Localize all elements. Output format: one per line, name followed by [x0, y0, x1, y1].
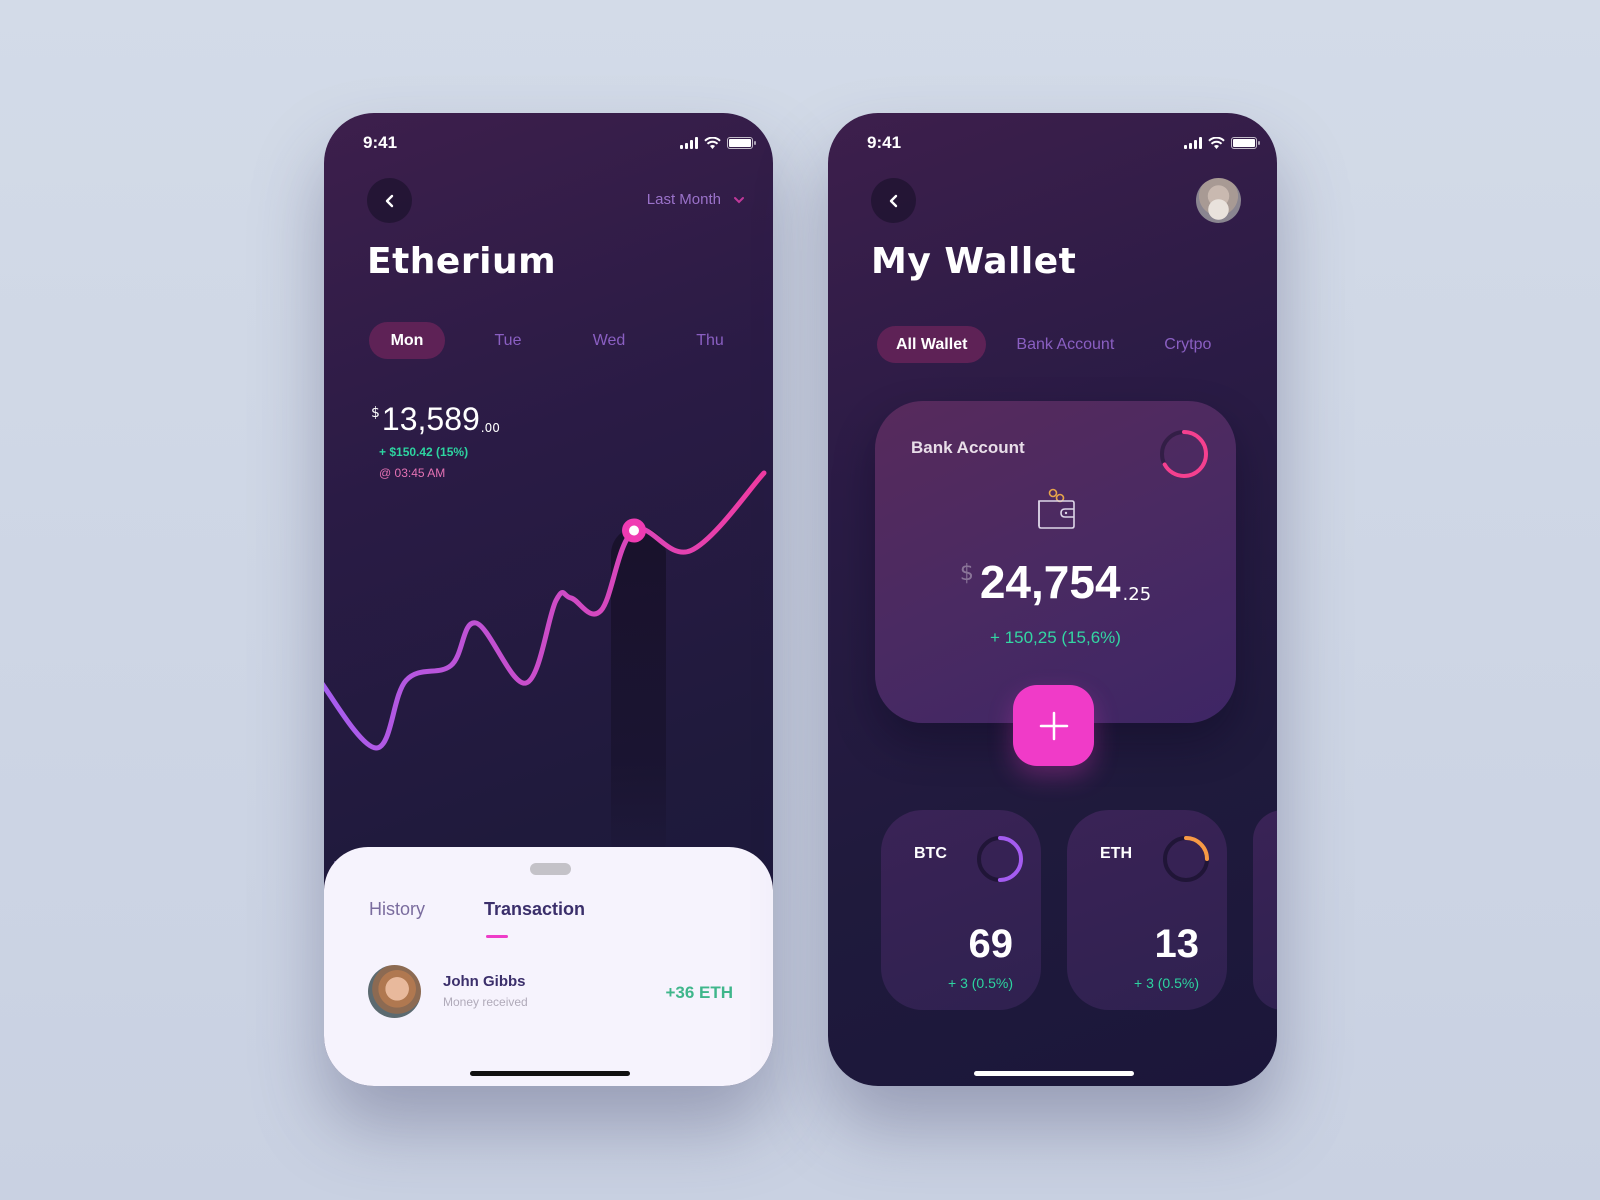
etherium-screen: 9:41 Last Month Etherium Mon Tue Wed Thu	[324, 113, 773, 1086]
transaction-subtitle: Money received	[443, 995, 528, 1009]
page-title: Etherium	[367, 241, 557, 282]
card-title: Bank Account	[911, 438, 1025, 457]
status-time: 9:41	[363, 133, 398, 152]
highlight-column	[611, 527, 666, 867]
progress-ring	[1160, 430, 1208, 478]
tab-history[interactable]: History	[369, 899, 425, 920]
signal-icon	[680, 137, 698, 149]
home-indicator[interactable]	[470, 1071, 630, 1076]
balance-currency: $	[959, 561, 974, 586]
balance-value: 24,754	[979, 556, 1121, 608]
chevron-left-icon	[385, 194, 393, 207]
period-dropdown-label: Last Month	[646, 191, 721, 208]
coin-value: 69	[968, 922, 1014, 966]
battery-icon	[727, 137, 756, 149]
transaction-item[interactable]: John Gibbs Money received +36 ETH	[368, 965, 733, 1020]
transaction-amount: +36 ETH	[665, 983, 733, 1002]
tab-crypto[interactable]: Crytpo	[1156, 326, 1219, 363]
status-bar: 9:41	[324, 129, 773, 159]
balance-decimal: .25	[1122, 584, 1152, 605]
battery-icon	[1231, 137, 1260, 149]
status-bar: 9:41	[828, 129, 1277, 159]
chevron-down-icon	[734, 196, 744, 203]
progress-ring	[1163, 836, 1209, 882]
coin-change: + 3 (0.5%)	[948, 975, 1013, 991]
signal-icon	[1184, 137, 1202, 149]
coin-card-partial[interactable]	[1253, 810, 1277, 1010]
status-icons	[1184, 137, 1260, 149]
avatar	[368, 965, 421, 1018]
tab-thu[interactable]: Thu	[672, 322, 748, 359]
period-dropdown[interactable]: Last Month	[647, 191, 745, 208]
tab-tue[interactable]: Tue	[470, 322, 546, 359]
wallet-screen: 9:41 My Wallet All Wallet Bank Account C…	[828, 113, 1277, 1086]
bottom-sheet: History Transaction John Gibbs Money rec…	[324, 847, 773, 1086]
back-button[interactable]	[871, 178, 916, 223]
price-value: 13,589	[381, 401, 480, 437]
coin-change: + 3 (0.5%)	[1134, 975, 1199, 991]
price-decimal: .00	[480, 421, 500, 435]
tab-mon[interactable]: Mon	[369, 322, 445, 359]
coin-card-eth[interactable]: ETH 13 + 3 (0.5%)	[1067, 810, 1227, 1010]
chart-line	[324, 470, 767, 751]
home-indicator[interactable]	[974, 1071, 1134, 1076]
day-tabs: Mon Tue Wed Thu	[369, 322, 773, 359]
bank-account-card[interactable]: Bank Account $ 24,754 .25 + 150,25 (15,6…	[875, 401, 1236, 723]
plus-icon	[1039, 711, 1068, 740]
wifi-icon	[1208, 137, 1225, 149]
price-block: $ 13,589 .00 + $150.42 (15%) @ 03:45 AM	[371, 403, 500, 480]
tab-transaction[interactable]: Transaction	[484, 899, 585, 920]
sheet-drag-handle[interactable]	[530, 863, 571, 875]
transaction-name: John Gibbs	[443, 973, 526, 990]
price-time: @ 03:45 AM	[379, 466, 446, 480]
tab-bank-account[interactable]: Bank Account	[1008, 326, 1122, 363]
wallet-icon	[1038, 488, 1075, 529]
price-currency: $	[371, 405, 380, 421]
chevron-left-icon	[889, 194, 897, 207]
status-icons	[680, 137, 756, 149]
tab-all-wallet[interactable]: All Wallet	[877, 326, 987, 363]
coin-card-btc[interactable]: BTC 69 + 3 (0.5%)	[881, 810, 1041, 1010]
balance-change: + 150,25 (15,6%)	[990, 628, 1121, 647]
tab-wed[interactable]: Wed	[571, 322, 647, 359]
back-button[interactable]	[367, 178, 412, 223]
status-time: 9:41	[867, 133, 902, 152]
add-button[interactable]	[1013, 685, 1094, 766]
page-title: My Wallet	[871, 241, 1077, 282]
coin-value: 13	[1154, 922, 1200, 966]
wallet-category-tabs: All Wallet Bank Account Crytpo	[877, 326, 1277, 363]
coin-symbol: BTC	[914, 845, 947, 862]
bank-balance: $ 24,754 .25	[875, 559, 1236, 605]
coin-symbol: ETH	[1100, 845, 1132, 862]
profile-avatar[interactable]	[1196, 178, 1241, 223]
price-change: + $150.42 (15%)	[379, 445, 469, 459]
active-tab-indicator	[486, 935, 508, 938]
progress-ring	[977, 836, 1023, 882]
highlight-point-center	[629, 525, 639, 536]
wifi-icon	[704, 137, 721, 149]
